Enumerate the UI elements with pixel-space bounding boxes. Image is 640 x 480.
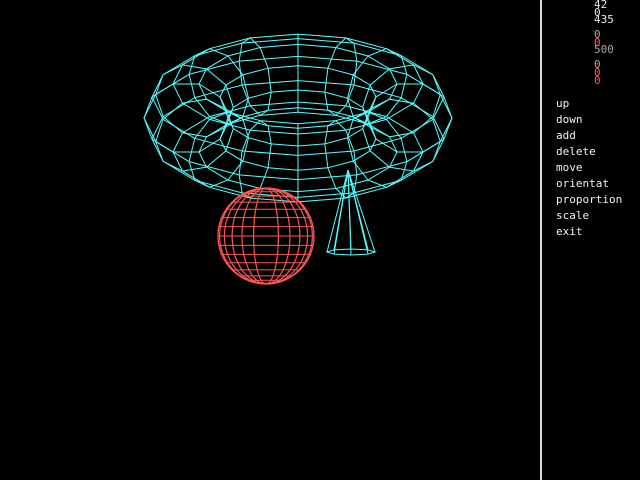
- menu-item-exit[interactable]: exit: [556, 225, 622, 241]
- wire-segment: [333, 169, 349, 250]
- readout-9: 0: [594, 74, 601, 87]
- wire-segment: [326, 169, 349, 253]
- menu-item-delete[interactable]: delete: [556, 145, 622, 161]
- menu-item-scale[interactable]: scale: [556, 209, 622, 225]
- menu-item-up[interactable]: up: [556, 97, 622, 113]
- readout-3: 435: [594, 13, 614, 26]
- wire-loop: [238, 119, 272, 199]
- wire-loop: [238, 37, 272, 117]
- wire-loop: [324, 37, 358, 117]
- menu-item-move[interactable]: move: [556, 161, 622, 177]
- menu-item-orientat[interactable]: orientat: [556, 177, 622, 193]
- command-menu: up down add delete move orientat proport…: [556, 97, 622, 241]
- menu-item-proportion[interactable]: proportion: [556, 193, 622, 209]
- menu-item-down[interactable]: down: [556, 113, 622, 129]
- wireframe-scene: [143, 33, 453, 285]
- menu-item-add[interactable]: add: [556, 129, 622, 145]
- readout-6: 500: [594, 43, 614, 56]
- wire-segment: [347, 169, 376, 253]
- 3d-viewport[interactable]: [0, 0, 540, 480]
- torus-wireframe[interactable]: [143, 33, 453, 203]
- sphere-wireframe[interactable]: [217, 187, 315, 285]
